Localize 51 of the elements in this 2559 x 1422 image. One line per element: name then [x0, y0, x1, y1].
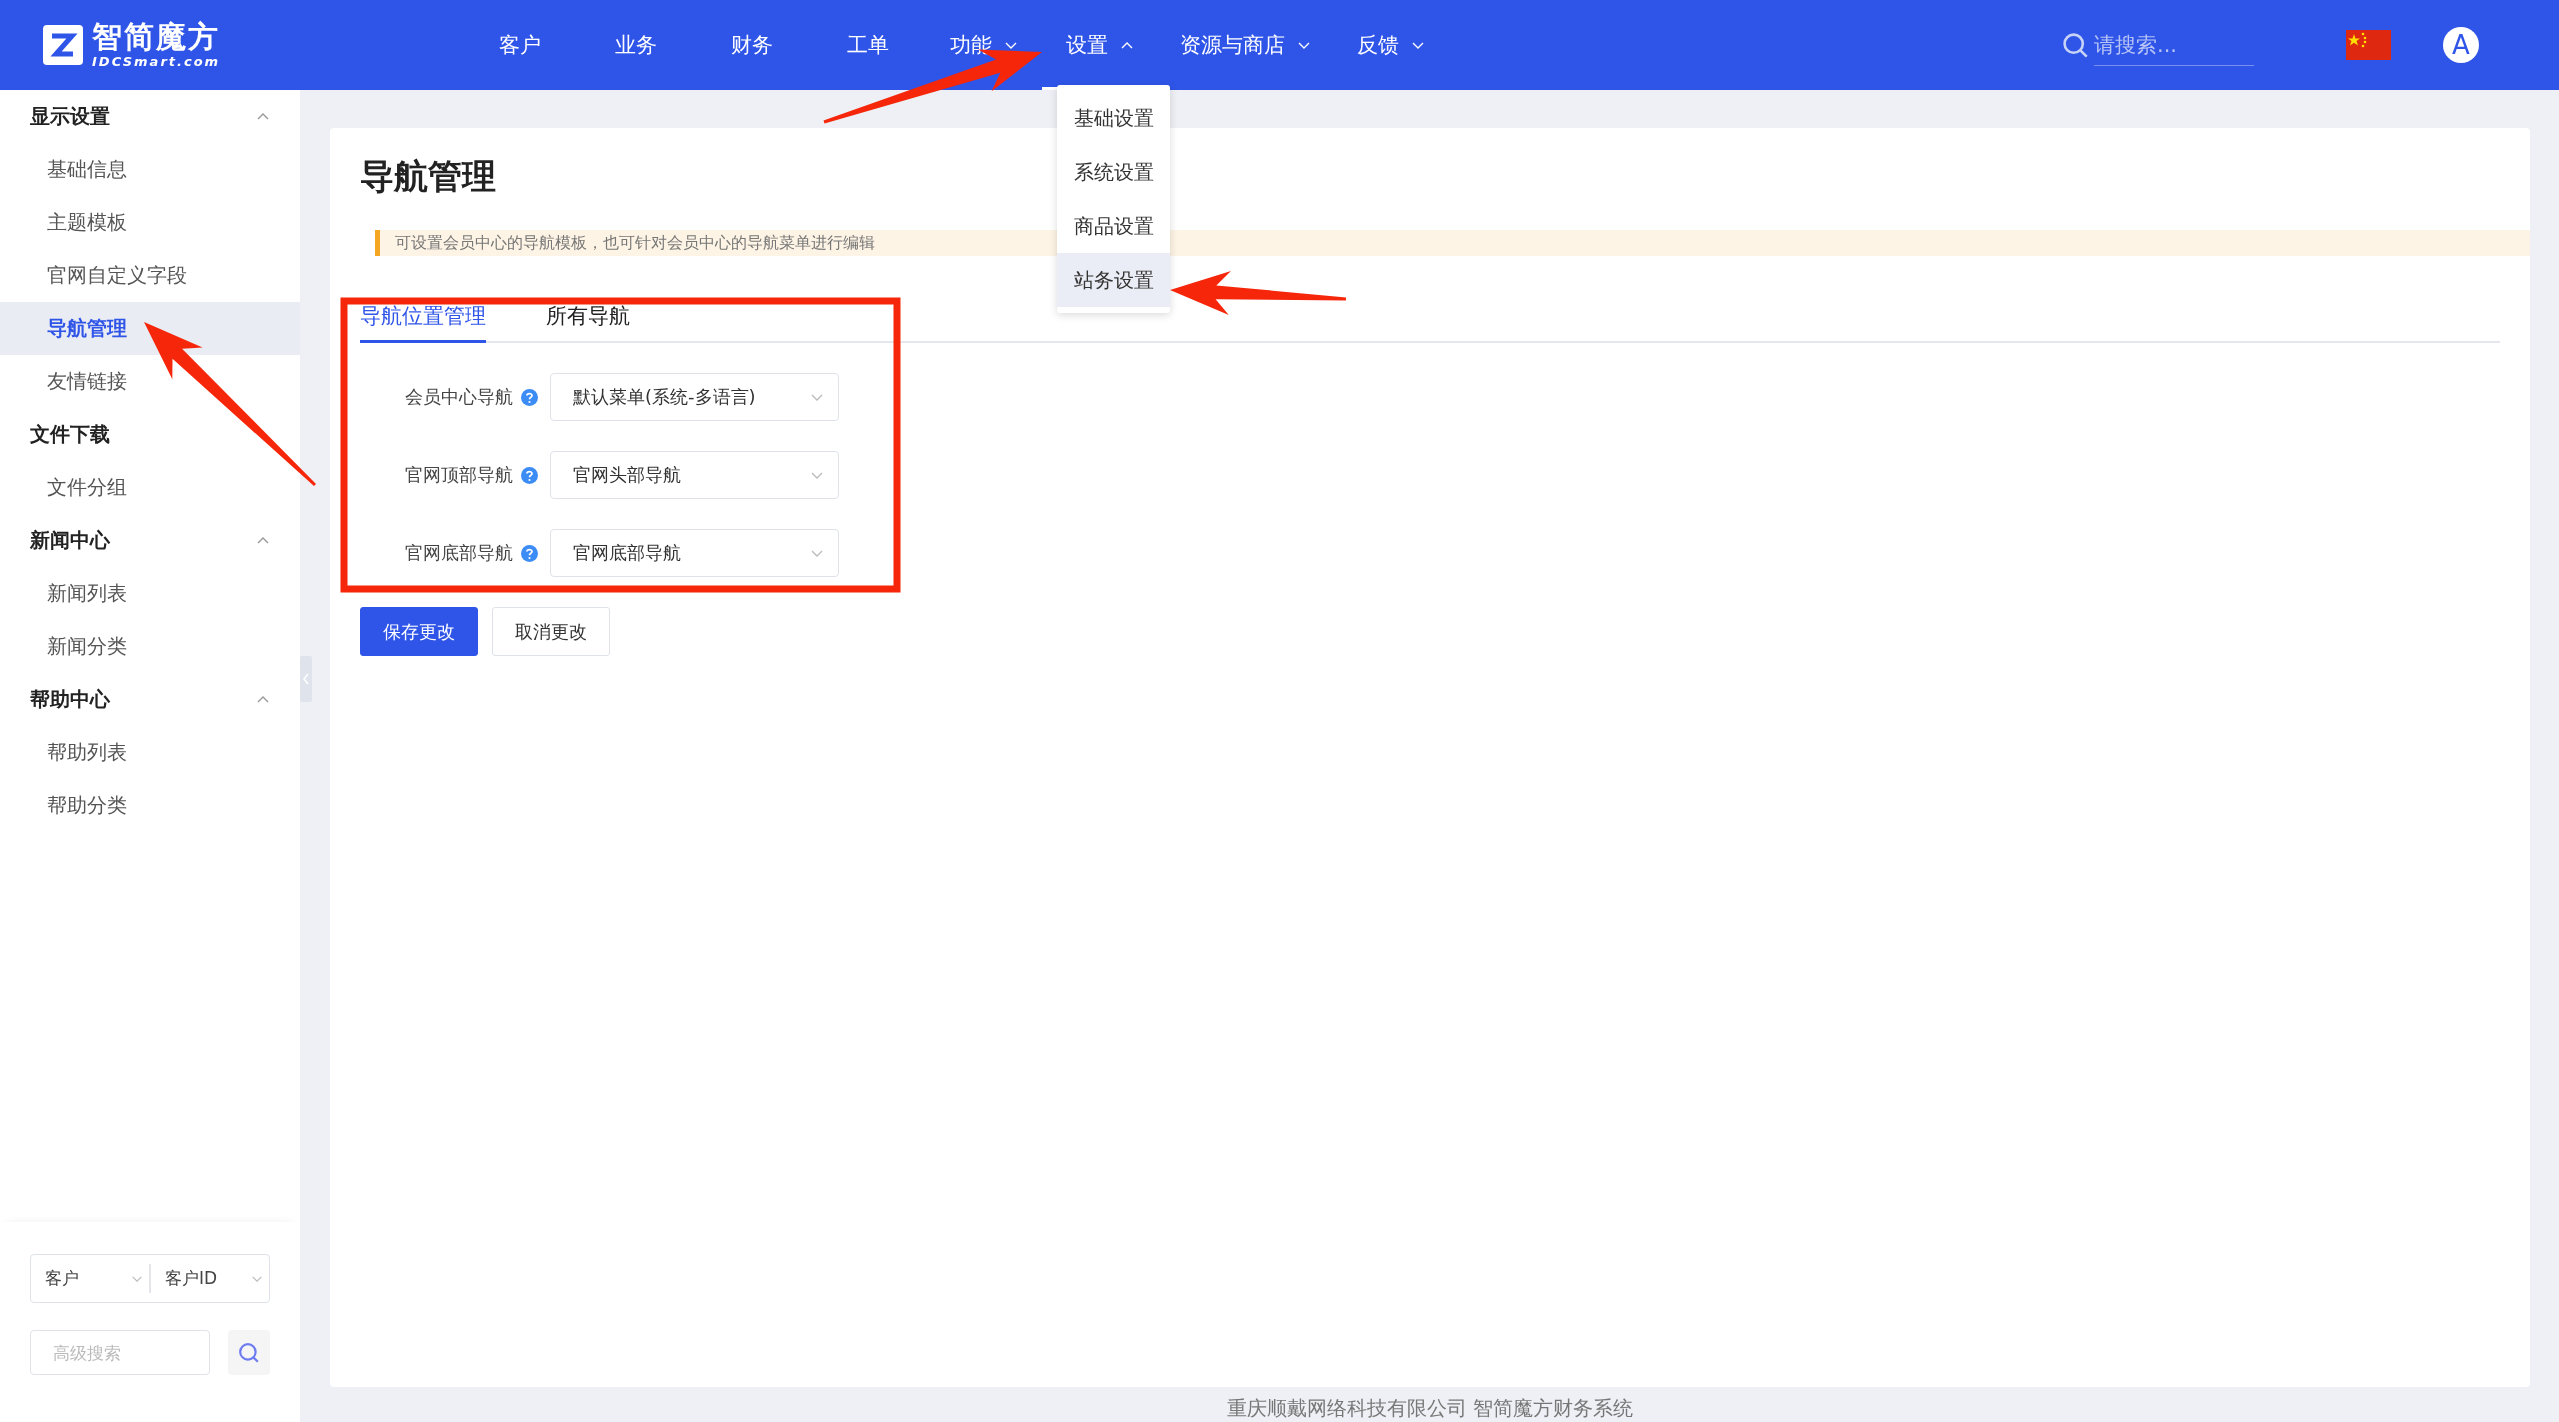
filter-select[interactable]: 客户 客户ID [30, 1254, 270, 1303]
nav-item[interactable]: 工单 [810, 0, 926, 90]
collapse-handle-icon[interactable] [300, 656, 312, 702]
help-icon[interactable] [521, 466, 538, 484]
sidebar-item[interactable]: 友情链接 [0, 355, 300, 408]
tab[interactable]: 导航位置管理 [360, 296, 486, 343]
select-field[interactable]: 默认菜单(系统-多语言) [550, 373, 839, 421]
logo-text: 智简魔方 [92, 20, 221, 54]
search-field[interactable]: 高级搜索 [30, 1330, 210, 1375]
search-icon[interactable] [2062, 32, 2088, 58]
menu-item[interactable]: 站务设置 [1057, 253, 1170, 307]
save-button[interactable]: 保存更改 [360, 607, 478, 656]
help-icon[interactable] [521, 544, 538, 562]
search-icon [238, 1341, 260, 1364]
group-title[interactable]: 帮助中心 [30, 686, 110, 713]
logo-domain: IDCSmart.com [92, 54, 221, 70]
group-title[interactable]: 显示设置 [30, 103, 110, 130]
sidebar-item[interactable]: 新闻列表 [0, 567, 300, 620]
field-label: 官网底部导航 [405, 541, 513, 565]
sidebar-item[interactable]: 导航管理 [0, 302, 300, 355]
logo-icon [42, 24, 84, 66]
user-avatar[interactable]: A [2443, 27, 2479, 63]
footer-text: 重庆顺戴网络科技有限公司 智简魔方财务系统 [1225, 1395, 1635, 1422]
sidebar-item[interactable]: 官网自定义字段 [0, 249, 300, 302]
sidebar-item[interactable]: 新闻分类 [0, 620, 300, 673]
nav-item[interactable]: 反馈 [1333, 0, 1449, 90]
group-title[interactable]: 文件下载 [30, 421, 110, 448]
help-icon[interactable] [521, 388, 538, 406]
nav-item[interactable]: 业务 [578, 0, 694, 90]
nav-item[interactable]: 客户 [462, 0, 578, 90]
sidebar-item[interactable]: 帮助列表 [0, 726, 300, 779]
flag-icon[interactable] [2346, 30, 2391, 60]
select-field[interactable]: 官网头部导航 [550, 451, 839, 499]
nav-item[interactable]: 财务 [694, 0, 810, 90]
field-label: 官网顶部导航 [405, 463, 513, 487]
select-value: 客户 [45, 1267, 79, 1290]
menu-item[interactable]: 基础设置 [1057, 91, 1170, 145]
select-value: 客户ID [165, 1267, 218, 1290]
tab[interactable]: 所有导航 [546, 296, 630, 343]
field-label: 会员中心导航 [405, 385, 513, 409]
sidebar-item[interactable]: 文件分组 [0, 461, 300, 514]
menu-item[interactable]: 系统设置 [1057, 145, 1170, 199]
cancel-button[interactable]: 取消更改 [492, 607, 610, 656]
sidebar-item[interactable]: 主题模板 [0, 196, 300, 249]
nav-item[interactable]: 资源与商店 [1158, 0, 1333, 90]
sidebar-item[interactable]: 基础信息 [0, 143, 300, 196]
select-field[interactable]: 官网底部导航 [550, 529, 839, 577]
page-title: 导航管理 [360, 155, 496, 198]
search-button[interactable] [228, 1330, 270, 1375]
group-title[interactable]: 新闻中心 [30, 527, 110, 554]
sidebar-item[interactable]: 帮助分类 [0, 779, 300, 832]
